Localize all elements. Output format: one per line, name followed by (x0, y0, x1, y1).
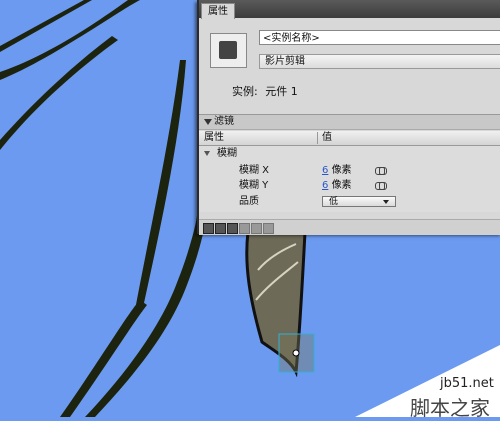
quality-label: 品质 (239, 196, 259, 207)
panel-tab-bar: 属性 (199, 0, 500, 19)
presets-icon[interactable] (215, 223, 226, 234)
filter-row-blur-y: 模糊 Y 6 像素 (199, 178, 500, 193)
link-constrain-icon[interactable] (375, 167, 387, 175)
filter-property-name: 模糊 Y (239, 180, 269, 191)
quality-value: 低 (329, 197, 339, 207)
instance-name-input[interactable]: <实例名称> (259, 30, 500, 45)
filter-value[interactable]: 6 像素 (322, 163, 352, 178)
delete-filter-icon[interactable] (263, 223, 274, 234)
clipboard-icon[interactable] (227, 223, 238, 234)
instance-value: 元件 1 (265, 85, 298, 98)
col-value-header: 值 (322, 132, 332, 143)
enable-filter-icon[interactable] (239, 223, 250, 234)
filter-group-name: 模糊 (217, 148, 237, 159)
instance-label: 实例: (232, 85, 258, 98)
link-constrain-icon[interactable] (375, 182, 387, 190)
symbol-type-icon (210, 33, 247, 68)
col-property-header: 属性 (204, 132, 224, 143)
movieclip-icon (219, 41, 237, 59)
add-filter-icon[interactable] (203, 223, 214, 234)
filter-value[interactable]: 6 像素 (322, 178, 352, 193)
filters-grid: 模糊 模糊 X 6 像素 模糊 Y 6 像素 品质 低 (199, 146, 500, 212)
properties-panel: 属性 <实例名称> 影片剪辑 实例: 元件 1 滤镜 属性 值 模糊 模糊 X … (197, 0, 500, 235)
wing-vein-line (0, 0, 92, 52)
dropdown-arrow-icon (383, 200, 389, 204)
quality-select[interactable]: 低 (322, 196, 396, 207)
watermark-site: jb51.net (440, 376, 494, 391)
wing-outline (85, 215, 205, 417)
filters-grid-header: 属性 值 (199, 131, 500, 146)
reset-filter-icon[interactable] (251, 223, 262, 234)
filters-section-header[interactable]: 滤镜 (199, 114, 500, 130)
column-divider[interactable] (317, 132, 318, 144)
filter-group-row[interactable]: 模糊 (199, 146, 500, 161)
tab-properties[interactable]: 属性 (201, 3, 235, 19)
filter-row-blur-x: 模糊 X 6 像素 (199, 163, 500, 178)
symbol-type-select[interactable]: 影片剪辑 (259, 54, 500, 69)
expand-triangle-icon[interactable] (204, 151, 210, 156)
filter-row-quality: 品质 低 (199, 194, 500, 209)
instance-info: 实例: 元件 1 (232, 83, 302, 99)
wing-vein-line (135, 60, 186, 312)
collapse-triangle-icon (204, 119, 212, 125)
filters-title: 滤镜 (214, 116, 234, 127)
transform-point-icon (292, 349, 300, 357)
wing-vein-line (0, 36, 118, 150)
filters-toolbar (199, 219, 500, 235)
filter-property-name: 模糊 X (239, 165, 270, 176)
